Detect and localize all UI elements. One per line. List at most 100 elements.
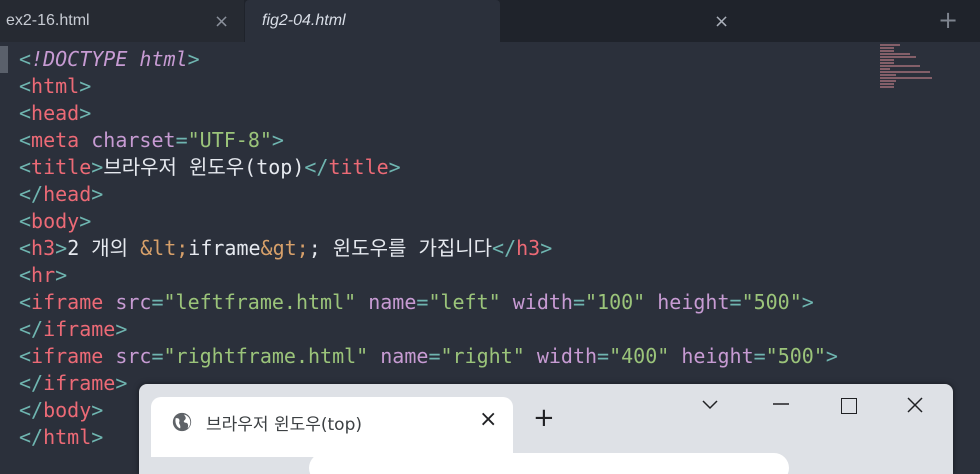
code-token: </ <box>19 371 44 395</box>
editor-tab-label: ex2-16.html <box>6 12 90 29</box>
code-line: <meta charset="UTF-8"> <box>19 127 284 154</box>
code-token: html <box>31 74 80 98</box>
code-line: <title>브라우저 윈도우(top)</title> <box>19 154 401 181</box>
code-token: < <box>19 47 32 71</box>
code-token: ; 윈도우를 가집니다 <box>308 236 493 260</box>
code-token: > <box>388 155 401 179</box>
code-line: </iframe> <box>19 370 127 397</box>
chevron-down-icon[interactable] <box>702 398 718 410</box>
editor-tab-ex2-16[interactable]: ex2-16.html × <box>0 0 244 42</box>
code-token: > <box>91 182 104 206</box>
code-token: name <box>368 290 417 314</box>
close-icon[interactable]: × <box>714 11 729 32</box>
code-token: iframe <box>43 371 116 395</box>
code-token: < <box>19 128 32 152</box>
code-token: title <box>31 155 92 179</box>
code-token: height <box>657 290 730 314</box>
code-token: </ <box>19 425 44 449</box>
code-token: < <box>19 74 32 98</box>
code-token: = <box>753 344 766 368</box>
editor-tab-label: fig2-04.html <box>262 12 346 29</box>
code-token: src <box>115 290 152 314</box>
code-token: "100" <box>585 290 646 314</box>
code-token: < <box>19 290 32 314</box>
code-token: < <box>19 209 32 233</box>
code-line: <!DOCTYPE html> <box>19 46 200 73</box>
code-token: > <box>825 344 838 368</box>
address-bar[interactable] <box>309 453 789 474</box>
code-token: "leftframe.html" <box>163 290 357 314</box>
code-token: "right" <box>440 344 525 368</box>
code-token: > <box>801 290 814 314</box>
window-close-icon[interactable] <box>906 396 924 414</box>
code-token: h3 <box>31 236 56 260</box>
editor-tab-fig2-04[interactable]: fig2-04.html × <box>245 0 729 42</box>
code-token: > <box>91 398 104 422</box>
minimap[interactable] <box>880 44 932 92</box>
new-tab-icon[interactable]: + <box>533 403 555 433</box>
code-token: name <box>380 344 429 368</box>
code-token: iframe <box>31 344 104 368</box>
code-token: src <box>115 344 152 368</box>
code-token: < <box>19 236 32 260</box>
code-token: > <box>79 209 92 233</box>
code-token: "400" <box>609 344 670 368</box>
code-token: = <box>151 344 164 368</box>
code-token: "rightframe.html" <box>163 344 369 368</box>
code-token: = <box>572 290 585 314</box>
code-token: !DOCTYPE <box>31 47 128 71</box>
maximize-icon[interactable] <box>841 398 857 414</box>
code-token: hr <box>31 263 56 287</box>
code-token: = <box>428 344 441 368</box>
code-line: </body> <box>19 397 103 424</box>
line-highlight <box>0 46 8 73</box>
close-icon[interactable]: × <box>214 11 229 32</box>
code-token: > <box>540 236 553 260</box>
code-token: = <box>416 290 429 314</box>
code-line: <iframe src="leftframe.html" name="left"… <box>19 289 814 316</box>
code-token: height <box>681 344 754 368</box>
code-token: "UTF-8" <box>187 128 272 152</box>
code-token: > <box>79 101 92 125</box>
code-token: body <box>43 398 92 422</box>
browser-tab[interactable]: 브라우저 윈도우(top) × <box>151 397 513 457</box>
code-token: "500" <box>765 344 826 368</box>
code-token: "left" <box>428 290 501 314</box>
code-token: > <box>55 263 68 287</box>
code-line: <h3>2 개의 &lt;iframe&gt;; 윈도우를 가집니다</h3> <box>19 235 552 262</box>
code-token: > <box>55 236 68 260</box>
code-line: <iframe src="rightframe.html" name="righ… <box>19 343 838 370</box>
code-token: html <box>139 47 188 71</box>
code-token: head <box>31 101 80 125</box>
code-token: html <box>43 425 92 449</box>
code-token: </ <box>19 398 44 422</box>
code-token: > <box>91 425 104 449</box>
code-token: </ <box>304 155 329 179</box>
code-token: > <box>115 317 128 341</box>
code-token: </ <box>19 317 44 341</box>
code-token: > <box>115 371 128 395</box>
code-line: </iframe> <box>19 316 127 343</box>
code-token: 2 개의 <box>67 236 141 260</box>
code-line: <body> <box>19 208 91 235</box>
new-file-icon[interactable]: + <box>938 6 958 34</box>
close-icon[interactable]: × <box>479 407 497 432</box>
code-token: > <box>91 155 104 179</box>
code-token: iframe <box>43 317 116 341</box>
code-token: < <box>19 155 32 179</box>
code-token: < <box>19 101 32 125</box>
code-token: < <box>19 344 32 368</box>
code-token: 브라우저 윈도우(top) <box>103 155 305 179</box>
browser-window: 브라우저 윈도우(top) × + <box>139 384 953 474</box>
minimize-icon[interactable] <box>772 394 790 414</box>
code-line: <html> <box>19 73 91 100</box>
code-line: </head> <box>19 181 103 208</box>
code-token: body <box>31 209 80 233</box>
